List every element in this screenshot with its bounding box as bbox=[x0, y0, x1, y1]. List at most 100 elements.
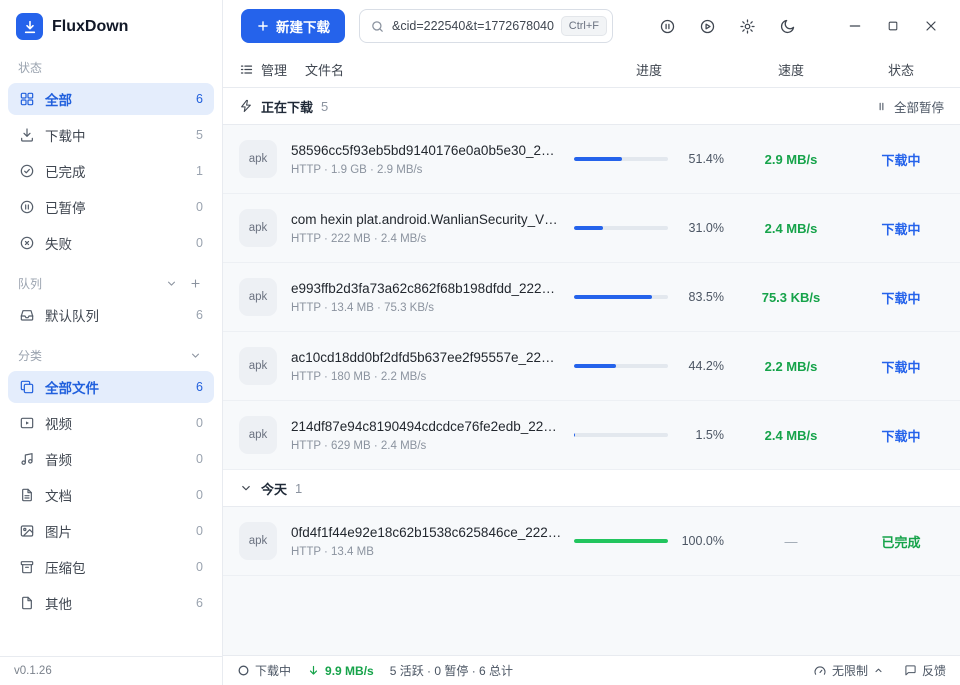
gauge-icon bbox=[813, 664, 827, 678]
column-status[interactable]: 状态 bbox=[858, 60, 944, 79]
item-count: 6 bbox=[196, 596, 203, 610]
progress-bar bbox=[574, 539, 668, 543]
download-row[interactable]: apk e993ffb2d3fa73a62c862f68b198dfdd_222… bbox=[223, 263, 960, 332]
main-area: 新建下载 Ctrl+F 管理 bbox=[223, 0, 960, 685]
minimize-button[interactable] bbox=[840, 11, 870, 41]
group-header-today[interactable]: 今天 1 bbox=[223, 470, 960, 507]
sidebar-item-archives[interactable]: 压缩包 0 bbox=[8, 551, 214, 583]
x-circle-icon bbox=[19, 235, 35, 251]
pause-all-group-button[interactable]: 全部暂停 bbox=[875, 97, 944, 116]
file-name: 214df87e94c8190494cdcdce76fe2edb_22254..… bbox=[291, 419, 562, 434]
column-progress[interactable]: 进度 bbox=[574, 60, 724, 79]
download-row[interactable]: apk 0fd4f1f44e92e18c62b1538c625846ce_222… bbox=[223, 507, 960, 576]
progress-percent: 1.5% bbox=[678, 428, 724, 442]
sidebar-item-default-queue[interactable]: 默认队列 6 bbox=[8, 299, 214, 331]
progress-bar bbox=[574, 157, 668, 161]
sidebar-item-label: 图片 bbox=[45, 521, 72, 541]
sidebar-item-downloading[interactable]: 下载中 5 bbox=[8, 119, 214, 151]
search-shortcut-badge: Ctrl+F bbox=[561, 16, 607, 36]
pause-circle-icon bbox=[19, 199, 35, 215]
file-type-badge: apk bbox=[239, 278, 277, 316]
fluxdown-logo-icon bbox=[16, 13, 43, 40]
file-name: 0fd4f1f44e92e18c62b1538c625846ce_22254..… bbox=[291, 525, 562, 540]
check-circle-icon bbox=[19, 163, 35, 179]
sidebar-item-video[interactable]: 视频 0 bbox=[8, 407, 214, 439]
sidebar-item-other[interactable]: 其他 6 bbox=[8, 587, 214, 619]
item-count: 0 bbox=[196, 452, 203, 466]
search-input[interactable] bbox=[392, 19, 554, 33]
search-box: Ctrl+F bbox=[359, 9, 613, 43]
group-header-downloading[interactable]: 正在下载 5 全部暂停 bbox=[223, 88, 960, 125]
category-collapse-button[interactable] bbox=[186, 346, 204, 364]
sidebar-item-label: 默认队列 bbox=[45, 305, 99, 325]
item-count: 5 bbox=[196, 128, 203, 142]
sidebar-item-completed[interactable]: 已完成 1 bbox=[8, 155, 214, 187]
file-icon bbox=[19, 595, 35, 611]
file-name: ac10cd18dd0bf2dfd5b637ee2f95557e_22254..… bbox=[291, 350, 562, 365]
item-count: 0 bbox=[196, 236, 203, 250]
topbar: 新建下载 Ctrl+F bbox=[223, 0, 960, 52]
item-count: 0 bbox=[196, 416, 203, 430]
item-count: 6 bbox=[196, 308, 203, 322]
progress-percent: 44.2% bbox=[678, 359, 724, 373]
file-name: e993ffb2d3fa73a62c862f68b198dfdd_222540.… bbox=[291, 281, 562, 296]
new-download-button[interactable]: 新建下载 bbox=[241, 9, 345, 43]
sidebar-item-all-files[interactable]: 全部文件 6 bbox=[8, 371, 214, 403]
chevron-down-icon bbox=[239, 481, 253, 495]
close-icon bbox=[923, 18, 939, 34]
chevron-down-icon bbox=[189, 349, 202, 362]
sidebar-item-images[interactable]: 图片 0 bbox=[8, 515, 214, 547]
item-count: 0 bbox=[196, 524, 203, 538]
sidebar-item-failed[interactable]: 失败 0 bbox=[8, 227, 214, 259]
speed-limit-button[interactable]: 无限制 bbox=[813, 662, 884, 679]
resume-all-button[interactable] bbox=[692, 11, 722, 41]
status-badge: 下载中 bbox=[858, 357, 944, 376]
progress-bar bbox=[574, 433, 668, 437]
download-row[interactable]: apk ac10cd18dd0bf2dfd5b637ee2f95557e_222… bbox=[223, 332, 960, 401]
file-name: com hexin plat.android.WanlianSecurity_V… bbox=[291, 212, 562, 227]
file-name: 58596cc5f93eb5bd9140176e0a0b5e30_2225... bbox=[291, 143, 562, 158]
app-title: FluxDown bbox=[52, 18, 128, 36]
status-badge: 下载中 bbox=[858, 219, 944, 238]
counts-summary: 5 活跃 · 0 暂停 · 6 总计 bbox=[390, 662, 513, 679]
download-speed: — bbox=[736, 534, 846, 549]
play-circle-icon bbox=[699, 18, 716, 35]
manage-button[interactable]: 管理 bbox=[239, 60, 287, 79]
download-speed: 75.3 KB/s bbox=[736, 290, 846, 305]
queue-collapse-button[interactable] bbox=[162, 274, 180, 292]
progress-bar bbox=[574, 295, 668, 299]
sidebar-item-all[interactable]: 全部 6 bbox=[8, 83, 214, 115]
archive-icon bbox=[19, 559, 35, 575]
file-meta: HTTP · 13.4 MB · 75.3 KB/s bbox=[291, 302, 562, 314]
file-type-badge: apk bbox=[239, 140, 277, 178]
file-type-badge: apk bbox=[239, 347, 277, 385]
download-row[interactable]: apk 214df87e94c8190494cdcdce76fe2edb_222… bbox=[223, 401, 960, 470]
sidebar-item-label: 已暂停 bbox=[45, 197, 86, 217]
files-icon bbox=[19, 379, 35, 395]
add-queue-button[interactable] bbox=[186, 274, 204, 292]
item-count: 0 bbox=[196, 488, 203, 502]
download-row[interactable]: apk com hexin plat.android.WanlianSecuri… bbox=[223, 194, 960, 263]
status-badge: 已完成 bbox=[858, 532, 944, 551]
download-row[interactable]: apk 58596cc5f93eb5bd9140176e0a0b5e30_222… bbox=[223, 125, 960, 194]
column-speed[interactable]: 速度 bbox=[736, 60, 846, 79]
settings-button[interactable] bbox=[732, 11, 762, 41]
maximize-button[interactable] bbox=[878, 11, 908, 41]
status-badge: 下载中 bbox=[858, 426, 944, 445]
sidebar-item-label: 文档 bbox=[45, 485, 72, 505]
sidebar-item-documents[interactable]: 文档 0 bbox=[8, 479, 214, 511]
sidebar: FluxDown 状态 全部 6 下载中 5 已完成 1 已暂停 0 失败 bbox=[0, 0, 223, 685]
feedback-button[interactable]: 反馈 bbox=[904, 662, 946, 679]
pause-all-button[interactable] bbox=[652, 11, 682, 41]
file-meta: HTTP · 629 MB · 2.4 MB/s bbox=[291, 440, 562, 452]
column-filename[interactable]: 文件名 bbox=[305, 60, 344, 79]
sidebar-item-audio[interactable]: 音频 0 bbox=[8, 443, 214, 475]
theme-toggle-button[interactable] bbox=[772, 11, 802, 41]
app-window: FluxDown 状态 全部 6 下载中 5 已完成 1 已暂停 0 失败 bbox=[0, 0, 960, 685]
item-count: 6 bbox=[196, 92, 203, 106]
close-button[interactable] bbox=[916, 11, 946, 41]
sidebar-item-paused[interactable]: 已暂停 0 bbox=[8, 191, 214, 223]
chevron-up-icon bbox=[873, 665, 884, 676]
arrow-down-icon bbox=[307, 664, 320, 677]
section-label-status: 状态 bbox=[0, 46, 222, 81]
